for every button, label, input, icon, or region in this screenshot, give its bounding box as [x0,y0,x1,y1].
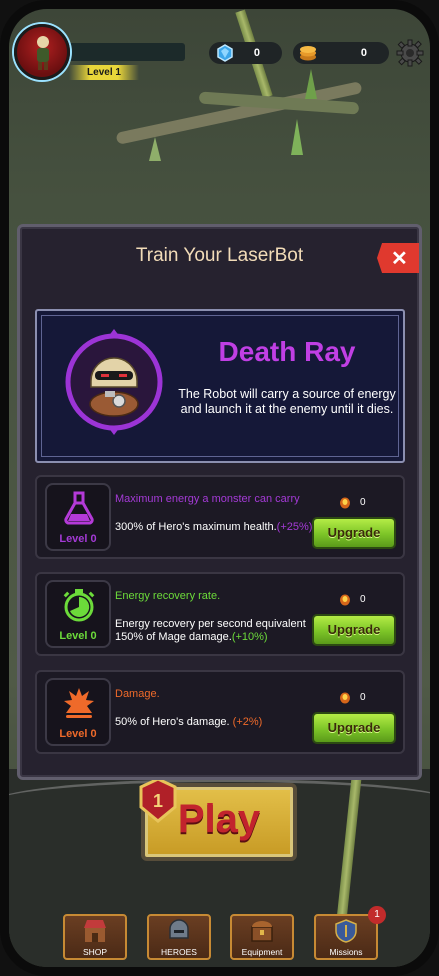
upgrade-bonus: (+10%) [231,631,268,643]
upgrade-title: Maximum energy a monster can carry [115,493,300,505]
upgrade-cost: 0 [360,594,366,605]
gem-icon [217,44,233,62]
chest-icon [251,921,273,942]
upgrade-desc-text: 50% of Hero's damage. [115,716,230,728]
upgrade-description: 50% of Hero's damage. (+2%) [115,716,315,729]
upgrade-cost: 0 [360,692,366,703]
nav-missions[interactable]: Missions [314,914,378,960]
upgrade-bonus: (+25%) [276,521,313,533]
close-button[interactable]: ✕ [377,243,419,273]
upgrade-card-energy-recovery: Level 0 Energy recovery rate. Energy rec… [35,572,405,656]
nav-shop-label: SHOP [82,947,108,957]
player-avatar[interactable] [14,24,70,80]
upgrade-button[interactable]: Upgrade [312,712,396,744]
coin-counter[interactable]: 0 [293,42,389,64]
gem-counter[interactable]: 0 [209,42,282,64]
explosion-icon [64,688,94,718]
upgrade-card-damage: Level 0 Damage. 50% of Hero's damage. (+… [35,670,405,754]
game-screen: Level 1 0 0 Play 1 SHOP HEROES Equipment… [9,9,430,967]
upgrade-bonus: (+2%) [232,716,263,728]
stage-badge-icon: 1 [139,777,177,823]
scene-log [115,81,363,145]
stage-badge-number: 1 [153,791,163,811]
coin-stack-icon [300,46,316,61]
potion-flask-icon [64,491,94,525]
upgrade-title: Damage. [115,688,160,700]
hero-figure-icon [37,36,49,70]
scene-grass [149,137,161,161]
device-frame: Level 1 0 0 Play 1 SHOP HEROES Equipment… [0,0,439,976]
nav-shop[interactable]: SHOP [63,914,127,960]
upgrade-desc-text: 300% of Hero's maximum health. [115,521,277,533]
orb-cost-icon [340,497,350,509]
nav-equipment[interactable]: Equipment [230,914,294,960]
upgrade-level: Level 0 [59,728,97,740]
nav-equipment-label: Equipment [241,947,283,957]
upgrade-level: Level 0 [59,630,97,642]
upgrade-icon-box: Level 0 [45,483,111,551]
helmet-icon [169,919,189,939]
dialog-title: Train Your LaserBot [135,245,304,266]
missions-notification-badge: 1 [368,906,386,924]
upgrade-description: 300% of Hero's maximum health.(+25%) [115,521,315,534]
xp-bar [67,43,185,61]
hero-skill-description: The Robot will carry a source of energy … [178,387,396,416]
upgrade-icon-box: Level 0 [45,678,111,746]
hero-skill-name: Death Ray [218,336,356,367]
upgrade-icon-box: Level 0 [45,580,111,648]
laserbot-portrait-icon [65,329,163,435]
orb-cost-icon [340,692,350,704]
shop-icon [84,920,106,942]
nav-heroes-label: HEROES [161,947,197,957]
gem-count: 0 [253,47,260,59]
nav-heroes[interactable]: HEROES [147,914,211,960]
upgrade-button[interactable]: Upgrade [312,614,396,646]
upgrade-title: Energy recovery rate. [115,590,221,602]
close-icon: ✕ [391,248,408,270]
upgrade-cost: 0 [360,497,366,508]
stopwatch-icon [63,589,95,622]
gear-icon[interactable] [396,39,424,67]
upgrade-level: Level 0 [59,533,97,545]
player-level-tag: Level 1 [69,65,139,80]
scene-grass [305,69,317,99]
upgrade-description: Energy recovery per second equivalent 15… [115,618,311,644]
upgrade-desc-text: Energy recovery per second equivalent 15… [115,618,306,643]
hero-skill-card: Death Ray The Robot will carry a source … [35,309,405,463]
coin-count: 0 [360,47,367,59]
upgrade-card-energy-capacity: Level 0 Maximum energy a monster can car… [35,475,405,559]
train-laserbot-dialog: Train Your LaserBot ✕ Death Ray The Robo… [17,224,422,780]
orb-cost-icon [340,594,350,606]
nav-missions-label: Missions [329,947,363,957]
scene-grass [291,119,303,155]
upgrade-button[interactable]: Upgrade [312,517,396,549]
shield-icon [335,919,357,943]
